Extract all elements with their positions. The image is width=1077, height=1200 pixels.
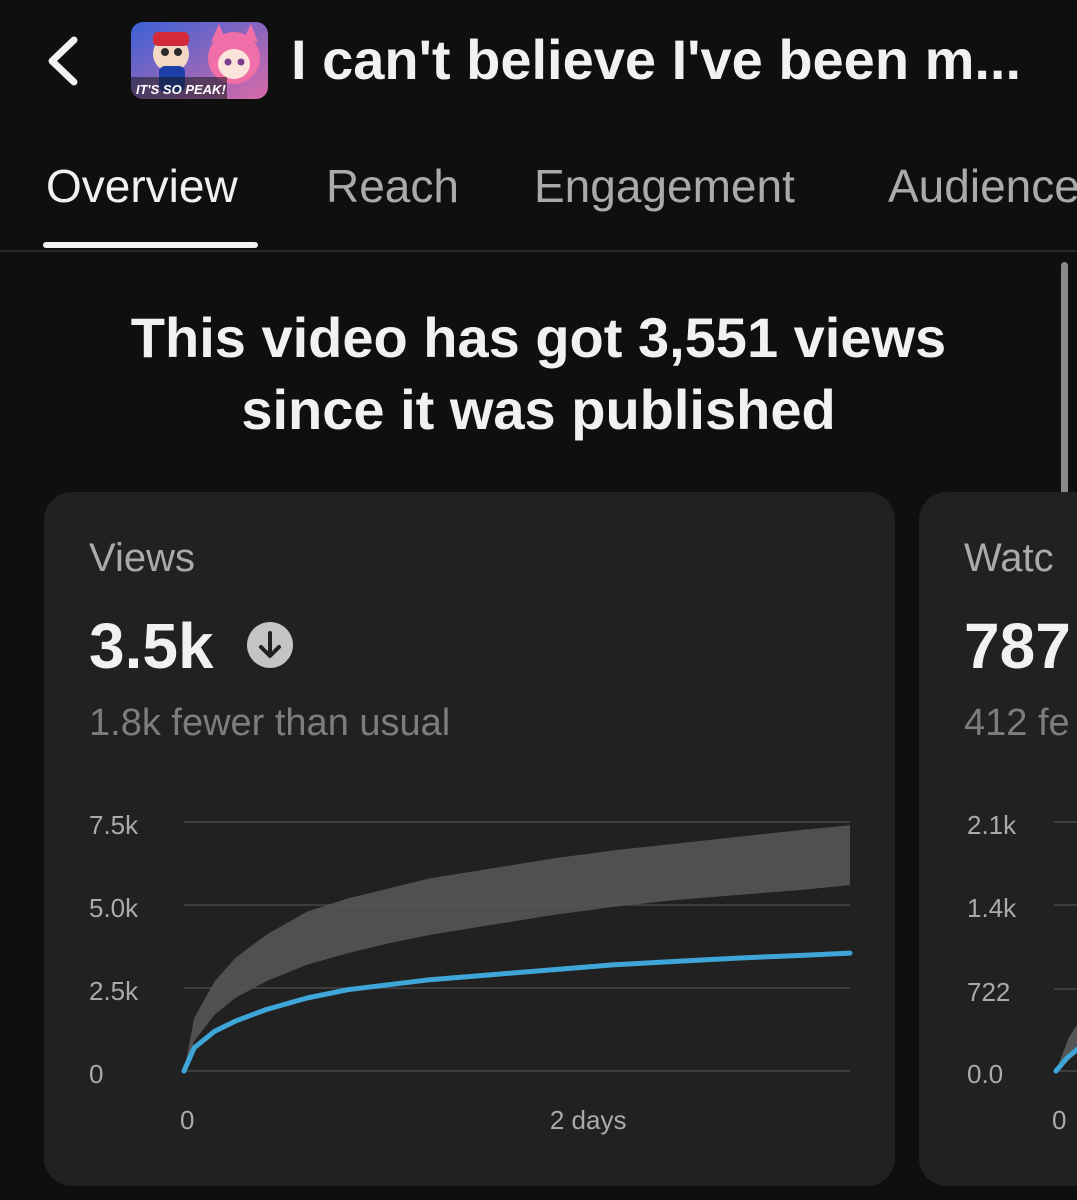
tab-audience[interactable]: Audience [888, 160, 1077, 212]
watch-time-card[interactable]: Watc 787 412 fe 2.1k 1.4k 722 0.0 0 [919, 492, 1077, 1186]
headline-line-2: since it was published [241, 378, 836, 441]
analytics-screen: IT'S SO PEAK! I can't believe I've been … [0, 0, 1077, 1200]
x-tick-label: 2 days [550, 1105, 627, 1135]
top-app-bar: IT'S SO PEAK! I can't believe I've been … [0, 0, 1077, 125]
y-tick-label: 1.4k [967, 893, 1017, 923]
video-thumbnail[interactable]: IT'S SO PEAK! [131, 22, 268, 99]
views-chart: 0 2.5k 5.0k 7.5k 0 2 days [89, 810, 853, 1135]
back-button[interactable] [38, 28, 94, 92]
tab-reach[interactable]: Reach [326, 160, 459, 212]
active-tab-indicator [43, 242, 258, 248]
tab-overview[interactable]: Overview [46, 160, 238, 212]
views-card[interactable]: Views 3.5k 1.8k fewer than usual 0 2.5k 5.… [44, 492, 895, 1186]
typical-range-band [184, 825, 850, 1071]
tab-bar: Overview Reach Engagement Audience [0, 148, 1077, 252]
thumbnail-image: IT'S SO PEAK! [131, 22, 268, 99]
headline-line-1: This video has got 3,551 views [130, 306, 947, 369]
x-tick-label: 0 [1052, 1105, 1066, 1135]
svg-text:IT'S SO PEAK!: IT'S SO PEAK! [136, 82, 226, 97]
y-tick-label: 722 [967, 977, 1010, 1007]
y-tick-label: 7.5k [89, 810, 139, 840]
watch-time-chart: 2.1k 1.4k 722 0.0 0 [967, 810, 1077, 1135]
y-tick-label: 2.1k [967, 810, 1017, 840]
y-tick-label: 2.5k [89, 976, 139, 1006]
y-tick-label: 0.0 [967, 1059, 1003, 1089]
views-headline: This video has got 3,551 views since it … [60, 302, 1017, 446]
x-tick-label: 0 [180, 1105, 194, 1135]
video-title: I can't believe I've been m... [291, 28, 1022, 91]
chevron-left-icon [48, 36, 78, 86]
tab-engagement[interactable]: Engagement [534, 160, 795, 212]
y-tick-label: 5.0k [89, 893, 139, 923]
y-tick-label: 0 [89, 1059, 103, 1089]
